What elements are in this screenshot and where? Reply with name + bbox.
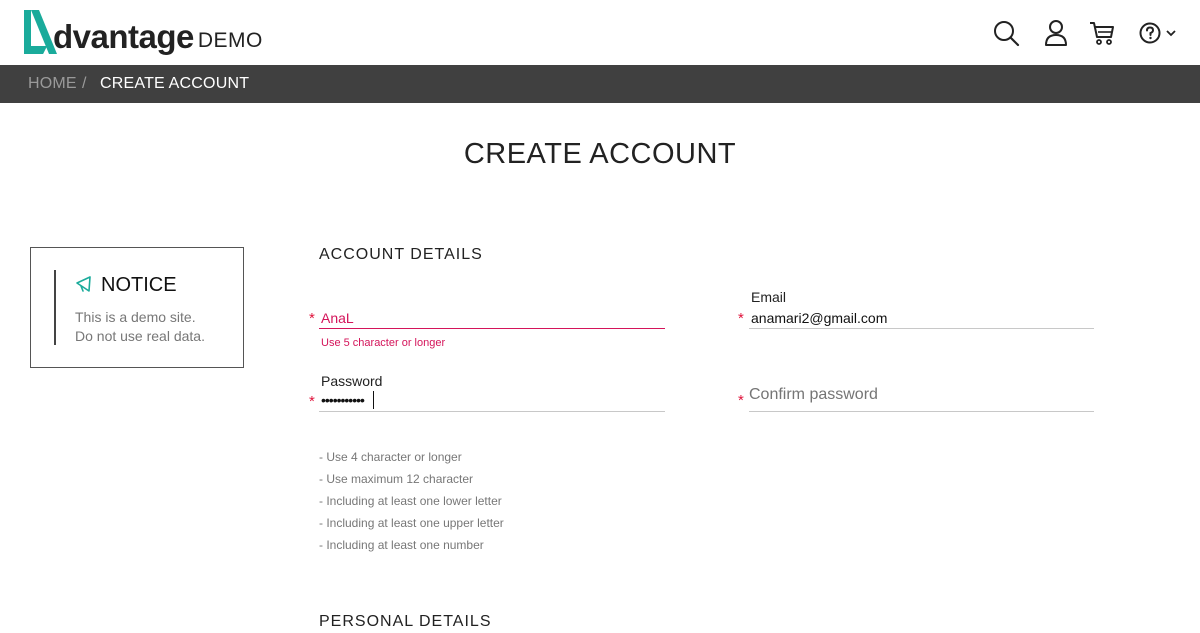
password-label: Password xyxy=(321,373,383,389)
notice-divider xyxy=(54,270,56,345)
username-required-marker: * xyxy=(309,310,315,327)
password-rule: - Use 4 character or longer xyxy=(319,450,462,464)
personal-details-heading: PERSONAL DETAILS xyxy=(319,613,492,630)
search-icon xyxy=(994,21,1020,47)
search-button[interactable] xyxy=(992,19,1020,47)
notice-box: NOTICE This is a demo site. Do not use r… xyxy=(30,247,244,368)
password-underline xyxy=(319,411,665,412)
account-details-heading: ACCOUNT DETAILS xyxy=(319,246,483,263)
user-icon xyxy=(1045,20,1067,46)
breadcrumb-separator: / xyxy=(82,75,87,92)
notice-text-line1: This is a demo site. xyxy=(75,309,196,325)
password-required-marker: * xyxy=(309,393,315,410)
notice-title: NOTICE xyxy=(101,274,177,296)
page-title: CREATE ACCOUNT xyxy=(463,138,737,170)
password-rule: - Including at least one number xyxy=(319,538,484,552)
cart-button[interactable] xyxy=(1088,19,1116,47)
username-input[interactable] xyxy=(321,308,665,328)
chevron-down-icon xyxy=(1165,30,1176,37)
email-underline xyxy=(749,328,1094,329)
username-underline xyxy=(319,328,665,329)
logo-mark-icon xyxy=(24,10,57,54)
user-menu-button[interactable] xyxy=(1042,19,1070,47)
email-input[interactable] xyxy=(751,308,1094,328)
text-caret xyxy=(373,391,374,409)
confirm-password-input[interactable] xyxy=(749,385,1094,405)
password-rule: - Including at least one lower letter xyxy=(319,494,502,508)
breadcrumb-current: CREATE ACCOUNT xyxy=(100,75,250,92)
logo[interactable]: dvantage DEMO xyxy=(23,10,263,54)
breadcrumb-home-link[interactable]: HOME xyxy=(28,75,77,93)
help-menu-button[interactable] xyxy=(1136,19,1178,47)
cart-icon xyxy=(1090,22,1114,45)
password-rule: - Use maximum 12 character xyxy=(319,472,474,486)
logo-demo-label: DEMO xyxy=(197,29,263,52)
notice-text-line2: Do not use real data. xyxy=(75,328,205,344)
breadcrumb: HOME / CREATE ACCOUNT xyxy=(0,65,1200,103)
email-required-marker: * xyxy=(738,310,744,327)
help-icon xyxy=(1139,22,1160,44)
username-error-text: Use 5 character or longer xyxy=(321,337,446,349)
logo-wordmark: dvantage xyxy=(53,18,194,55)
password-rule: - Including at least one upper letter xyxy=(319,516,504,530)
email-label: Email xyxy=(751,289,787,305)
confirm-password-underline xyxy=(749,411,1094,412)
megaphone-icon xyxy=(76,276,91,292)
confirm-password-required-marker: * xyxy=(738,392,744,409)
site-header: dvantage DEMO xyxy=(0,0,1200,65)
